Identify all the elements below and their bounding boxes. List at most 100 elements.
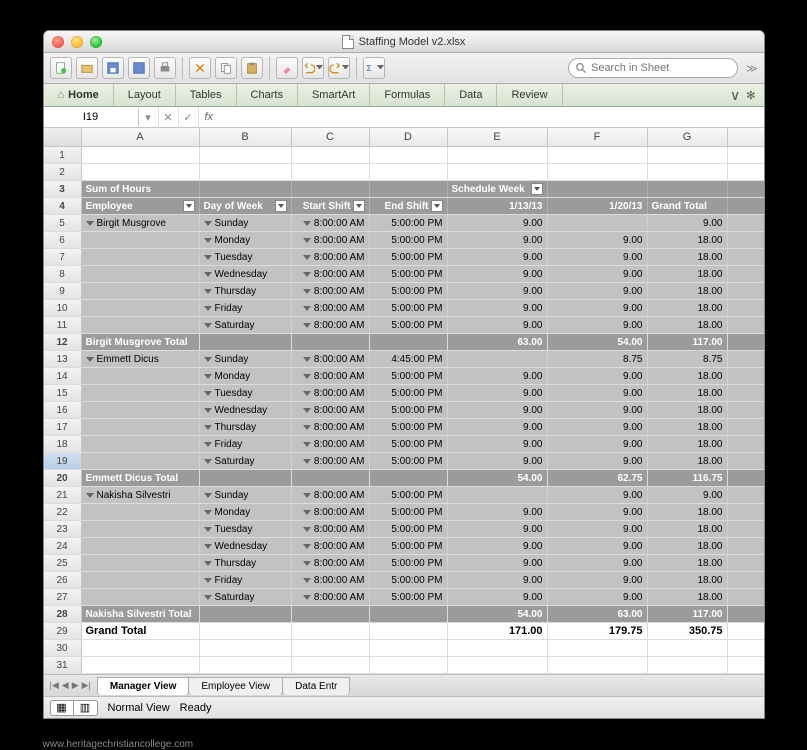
filter-icon[interactable] <box>353 200 365 212</box>
collapse-icon[interactable] <box>204 374 212 379</box>
cell[interactable]: 8:00:00 AM <box>292 351 370 367</box>
cell[interactable]: Saturday <box>200 453 292 469</box>
grid-row[interactable]: 16Wednesday8:00:00 AM5:00:00 PM9.009.001… <box>44 402 764 419</box>
collapse-icon[interactable] <box>204 221 212 226</box>
first-sheet-icon[interactable]: |◀ <box>50 680 59 691</box>
close-button[interactable] <box>52 36 64 48</box>
accept-formula-icon[interactable]: ✓ <box>179 107 199 128</box>
cell[interactable]: Thursday <box>200 555 292 571</box>
cell[interactable] <box>292 606 370 622</box>
cell[interactable] <box>448 351 548 367</box>
row-header[interactable]: 29 <box>44 623 82 639</box>
collapse-icon[interactable] <box>303 255 311 260</box>
grid-row[interactable]: 7Tuesday8:00:00 AM5:00:00 PM9.009.0018.0… <box>44 249 764 266</box>
row-header[interactable]: 16 <box>44 402 82 418</box>
cell[interactable]: Saturday <box>200 589 292 605</box>
collapse-icon[interactable] <box>303 221 311 226</box>
cell[interactable] <box>448 657 548 673</box>
grid-row[interactable]: 9Thursday8:00:00 AM5:00:00 PM9.009.0018.… <box>44 283 764 300</box>
cell[interactable] <box>370 147 448 163</box>
cell[interactable]: Emmett Dicus <box>82 351 200 367</box>
row-header[interactable]: 7 <box>44 249 82 265</box>
cell[interactable]: 18.00 <box>648 453 728 469</box>
cell[interactable]: 9.00 <box>448 300 548 316</box>
cell[interactable]: 5:00:00 PM <box>370 266 448 282</box>
cell[interactable]: Sunday <box>200 215 292 231</box>
prev-sheet-icon[interactable]: ◀ <box>62 680 69 691</box>
collapse-icon[interactable] <box>303 459 311 464</box>
cell[interactable]: 5:00:00 PM <box>370 504 448 520</box>
row-header[interactable]: 8 <box>44 266 82 282</box>
cell[interactable] <box>82 589 200 605</box>
row-header[interactable]: 27 <box>44 589 82 605</box>
cell[interactable]: Tuesday <box>200 521 292 537</box>
row-header[interactable]: 23 <box>44 521 82 537</box>
cell[interactable]: Sunday <box>200 351 292 367</box>
cell[interactable] <box>370 657 448 673</box>
cell[interactable]: 9.00 <box>448 249 548 265</box>
cell[interactable]: 9.00 <box>548 436 648 452</box>
collapse-icon[interactable] <box>204 425 212 430</box>
collapse-icon[interactable] <box>303 306 311 311</box>
cell[interactable]: 9.00 <box>448 419 548 435</box>
cell[interactable]: 179.75 <box>548 623 648 639</box>
cell[interactable] <box>548 215 648 231</box>
cancel-formula-icon[interactable]: ✕ <box>159 107 179 128</box>
cell[interactable]: 54.00 <box>548 334 648 350</box>
cell[interactable]: 9.00 <box>548 249 648 265</box>
grid-row[interactable]: 26Friday8:00:00 AM5:00:00 PM9.009.0018.0… <box>44 572 764 589</box>
cell[interactable] <box>200 164 292 180</box>
cell[interactable]: Grand Total <box>82 623 200 639</box>
cell[interactable]: 8:00:00 AM <box>292 385 370 401</box>
cell[interactable]: 18.00 <box>648 555 728 571</box>
cell[interactable] <box>200 640 292 656</box>
search-input[interactable] <box>591 62 729 74</box>
cell[interactable]: Employee <box>82 198 200 214</box>
ribbon-expand-icon[interactable]: ∨ <box>730 87 740 104</box>
cell[interactable]: End Shift <box>370 198 448 214</box>
cell[interactable]: 5:00:00 PM <box>370 538 448 554</box>
cell[interactable]: 9.00 <box>548 300 648 316</box>
cell[interactable]: 8:00:00 AM <box>292 419 370 435</box>
col-header[interactable]: A <box>82 128 200 146</box>
cell[interactable] <box>200 147 292 163</box>
collapse-icon[interactable] <box>86 493 94 498</box>
cell[interactable] <box>82 300 200 316</box>
collapse-icon[interactable] <box>204 306 212 311</box>
cell[interactable]: 8:00:00 AM <box>292 232 370 248</box>
cell[interactable]: 9.00 <box>448 368 548 384</box>
col-header[interactable]: F <box>548 128 648 146</box>
grid-row[interactable]: 31 <box>44 657 764 674</box>
cut-button[interactable] <box>189 57 211 79</box>
grid-row[interactable]: 22Monday8:00:00 AM5:00:00 PM9.009.0018.0… <box>44 504 764 521</box>
collapse-icon[interactable] <box>204 408 212 413</box>
ribbon-tab-charts[interactable]: Charts <box>237 84 298 106</box>
col-header[interactable]: B <box>200 128 292 146</box>
grid-row[interactable]: 8Wednesday8:00:00 AM5:00:00 PM9.009.0018… <box>44 266 764 283</box>
cell[interactable]: Nakisha Silvestri <box>82 487 200 503</box>
row-header[interactable]: 15 <box>44 385 82 401</box>
cell[interactable]: 9.00 <box>448 436 548 452</box>
grid-row[interactable]: 29Grand Total171.00179.75350.75 <box>44 623 764 640</box>
cell[interactable] <box>200 334 292 350</box>
row-header[interactable]: 28 <box>44 606 82 622</box>
cell[interactable]: 8:00:00 AM <box>292 436 370 452</box>
cell[interactable]: 1/20/13 <box>548 198 648 214</box>
collapse-icon[interactable] <box>204 527 212 532</box>
cell[interactable]: 5:00:00 PM <box>370 385 448 401</box>
cell[interactable]: 5:00:00 PM <box>370 300 448 316</box>
cell[interactable]: Grand Total <box>648 198 728 214</box>
next-sheet-icon[interactable]: ▶ <box>72 680 79 691</box>
cell[interactable]: 350.75 <box>648 623 728 639</box>
cell[interactable] <box>82 147 200 163</box>
cell[interactable]: 18.00 <box>648 232 728 248</box>
cell[interactable]: Thursday <box>200 419 292 435</box>
cell[interactable]: 9.00 <box>448 232 548 248</box>
cell[interactable] <box>82 164 200 180</box>
collapse-icon[interactable] <box>303 357 311 362</box>
cell[interactable] <box>648 181 728 197</box>
zoom-button[interactable] <box>90 36 102 48</box>
ribbon-tab-data[interactable]: Data <box>445 84 497 106</box>
cell[interactable]: 9.00 <box>548 385 648 401</box>
cell[interactable]: 5:00:00 PM <box>370 589 448 605</box>
